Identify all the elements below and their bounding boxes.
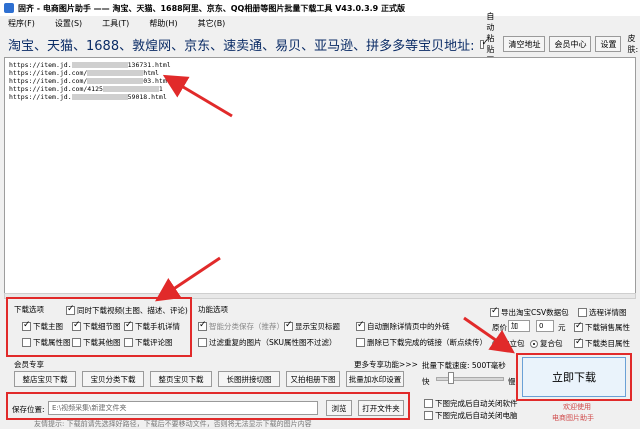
select-detail-checkbox[interactable]: 选程详情图: [578, 307, 627, 318]
download-sales-attr-checkbox[interactable]: 下载销售属性: [574, 321, 630, 333]
download-now-button[interactable]: 立即下载: [522, 357, 626, 397]
redacted-block: [71, 94, 128, 100]
app-name-link[interactable]: 电商图片助手: [552, 413, 594, 423]
download-video-checkbox[interactable]: 同时下载视频(主图、描述、评论): [66, 304, 188, 316]
checkbox-icon[interactable]: [490, 306, 499, 317]
download-main-image-checkbox[interactable]: 下载主图: [22, 320, 63, 332]
member-center-button[interactable]: 会员中心: [549, 36, 592, 52]
watermark-settings-button[interactable]: 批量加水印设置: [346, 371, 404, 387]
show-title-checkbox[interactable]: 显示宝贝标题: [284, 320, 340, 332]
checkbox-icon[interactable]: [578, 308, 587, 317]
menu-help[interactable]: 帮助(H): [149, 18, 177, 29]
browse-button[interactable]: 浏览: [326, 400, 352, 416]
download-category-attr-checkbox[interactable]: 下载类目属性: [574, 337, 630, 349]
checkbox-icon[interactable]: [424, 411, 433, 420]
auto-close-software-checkbox[interactable]: 下图完成后自动关闭软件: [424, 398, 518, 409]
download-attribute-image-checkbox[interactable]: 下载属性图: [22, 337, 71, 348]
checkbox-icon[interactable]: [198, 338, 207, 347]
smart-save-checkbox[interactable]: 智能分类保存（推荐）: [198, 320, 284, 332]
checkbox-icon[interactable]: [480, 38, 489, 49]
supported-sites-label: 淘宝、天猫、1688、敦煌网、京东、速卖通、易贝、亚马逊、拼多多等宝贝地址:: [8, 38, 475, 54]
shop-download-button[interactable]: 整店宝贝下载: [14, 371, 76, 387]
redacted-block: [87, 70, 144, 76]
member-section-title: 会员专享: [14, 360, 44, 369]
merge-package-radio[interactable]: 复合包: [530, 338, 563, 349]
speed-slow-label: 慢: [508, 377, 516, 386]
price-value-input[interactable]: 0: [536, 320, 554, 332]
download-mobile-detail-checkbox[interactable]: 下载手机详情: [124, 320, 180, 332]
url-line: https://item.jd.com/html: [9, 69, 159, 77]
download-detail-image-checkbox[interactable]: 下载细节图: [72, 320, 121, 332]
filter-duplicates-checkbox[interactable]: 过滤重复的图片（SKU属性图不过滤）: [198, 337, 336, 348]
hint-text: 友情提示: 下载前请先选择好路径，下载后不要移动文件，否则将无法显示下载的图片内…: [34, 420, 312, 428]
function-options-title: 功能选项: [198, 305, 228, 314]
price-operator-select[interactable]: 加: [508, 320, 530, 332]
download-review-image-checkbox[interactable]: 下载评论图: [124, 337, 173, 348]
download-speed-label: 批量下载速度: 500T毫秒: [422, 361, 506, 370]
window-title: 固齐 - 电商图片助手 —— 淘宝、天猫、1688阿里、京东、QQ相册等图片批量…: [18, 3, 406, 13]
auto-shutdown-checkbox[interactable]: 下图完成后自动关闭电脑: [424, 410, 518, 421]
menu-program[interactable]: 程序(F): [8, 18, 35, 29]
radio-icon[interactable]: [530, 339, 538, 348]
title-bar: 固齐 - 电商图片助手 —— 淘宝、天猫、1688阿里、京东、QQ相册等图片批量…: [0, 0, 640, 16]
checkbox-icon[interactable]: [356, 338, 365, 347]
menu-settings[interactable]: 设置(S): [55, 18, 82, 29]
remove-external-links-checkbox[interactable]: 自动删除详情页中的外链: [356, 320, 450, 332]
checkbox-icon[interactable]: [198, 320, 207, 331]
url-line: https://item.jd. 136731.html: [9, 61, 171, 69]
save-path-input[interactable]: E:\视频采集\新建文件夹: [48, 401, 318, 415]
long-image-button[interactable]: 长图拼接切图: [218, 371, 280, 387]
toolbar: 淘宝、天猫、1688、敦煌网、京东、速卖通、易贝、亚马逊、拼多多等宝贝地址: 自…: [0, 12, 640, 76]
delete-finished-links-checkbox[interactable]: 删除已下载完成的链接（断点续传）: [356, 337, 487, 348]
export-csv-checkbox[interactable]: 导出淘宝CSV数据包: [490, 306, 569, 318]
more-features-link[interactable]: 更多专享功能>>>: [354, 359, 418, 370]
clear-address-button[interactable]: 清空地址: [503, 36, 546, 52]
checkbox-icon[interactable]: [22, 338, 31, 347]
url-textarea[interactable]: https://item.jd. 136731.html https://item…: [4, 57, 636, 295]
download-options-title: 下载选项: [14, 305, 44, 314]
app-icon: [4, 3, 14, 13]
welcome-link[interactable]: 欢迎使用: [563, 402, 591, 412]
skin-label: 皮肤:: [627, 34, 639, 54]
checkbox-icon[interactable]: [574, 321, 583, 332]
checkbox-icon[interactable]: [66, 304, 75, 315]
url-line: https://item.jd. 59018.html: [9, 93, 167, 101]
checkbox-icon[interactable]: [22, 320, 31, 331]
open-folder-button[interactable]: 打开文件夹: [358, 400, 404, 416]
url-line: https://item.jd.com/03.html: [9, 77, 171, 85]
speed-fast-label: 快: [422, 377, 430, 386]
download-other-image-checkbox[interactable]: 下载其他图: [72, 337, 121, 348]
redacted-block: [71, 62, 128, 68]
checkbox-icon[interactable]: [356, 320, 365, 331]
menu-other[interactable]: 其它(B): [198, 18, 226, 29]
upai-album-button[interactable]: 又拍相册下图: [286, 371, 340, 387]
price-label: 原价: [492, 323, 507, 332]
category-download-button[interactable]: 宝贝分类下载: [82, 371, 144, 387]
settings-button[interactable]: 设置: [595, 36, 622, 52]
checkbox-icon[interactable]: [124, 338, 133, 347]
menu-bar: 程序(F) 设置(S) 工具(T) 帮助(H) 其它(B): [0, 16, 640, 31]
url-line: https://item.jd.com/4125 1: [9, 85, 163, 93]
checkbox-icon[interactable]: [72, 320, 81, 331]
checkbox-icon[interactable]: [424, 399, 433, 408]
checkbox-icon[interactable]: [284, 320, 293, 331]
radio-icon[interactable]: [492, 339, 500, 348]
checkbox-icon[interactable]: [574, 337, 583, 348]
checkbox-icon[interactable]: [124, 320, 133, 331]
page-download-button[interactable]: 整页宝贝下载: [150, 371, 212, 387]
redacted-block: [102, 86, 159, 92]
checkbox-icon[interactable]: [72, 338, 81, 347]
speed-slider[interactable]: [436, 377, 504, 381]
price-unit-label: 元: [558, 323, 566, 332]
redacted-block: [87, 78, 144, 84]
speed-slider-thumb[interactable]: [448, 372, 454, 384]
menu-tools[interactable]: 工具(T): [102, 18, 129, 29]
single-package-radio[interactable]: 独立包: [492, 338, 525, 349]
save-location-label: 保存位置:: [12, 405, 45, 414]
